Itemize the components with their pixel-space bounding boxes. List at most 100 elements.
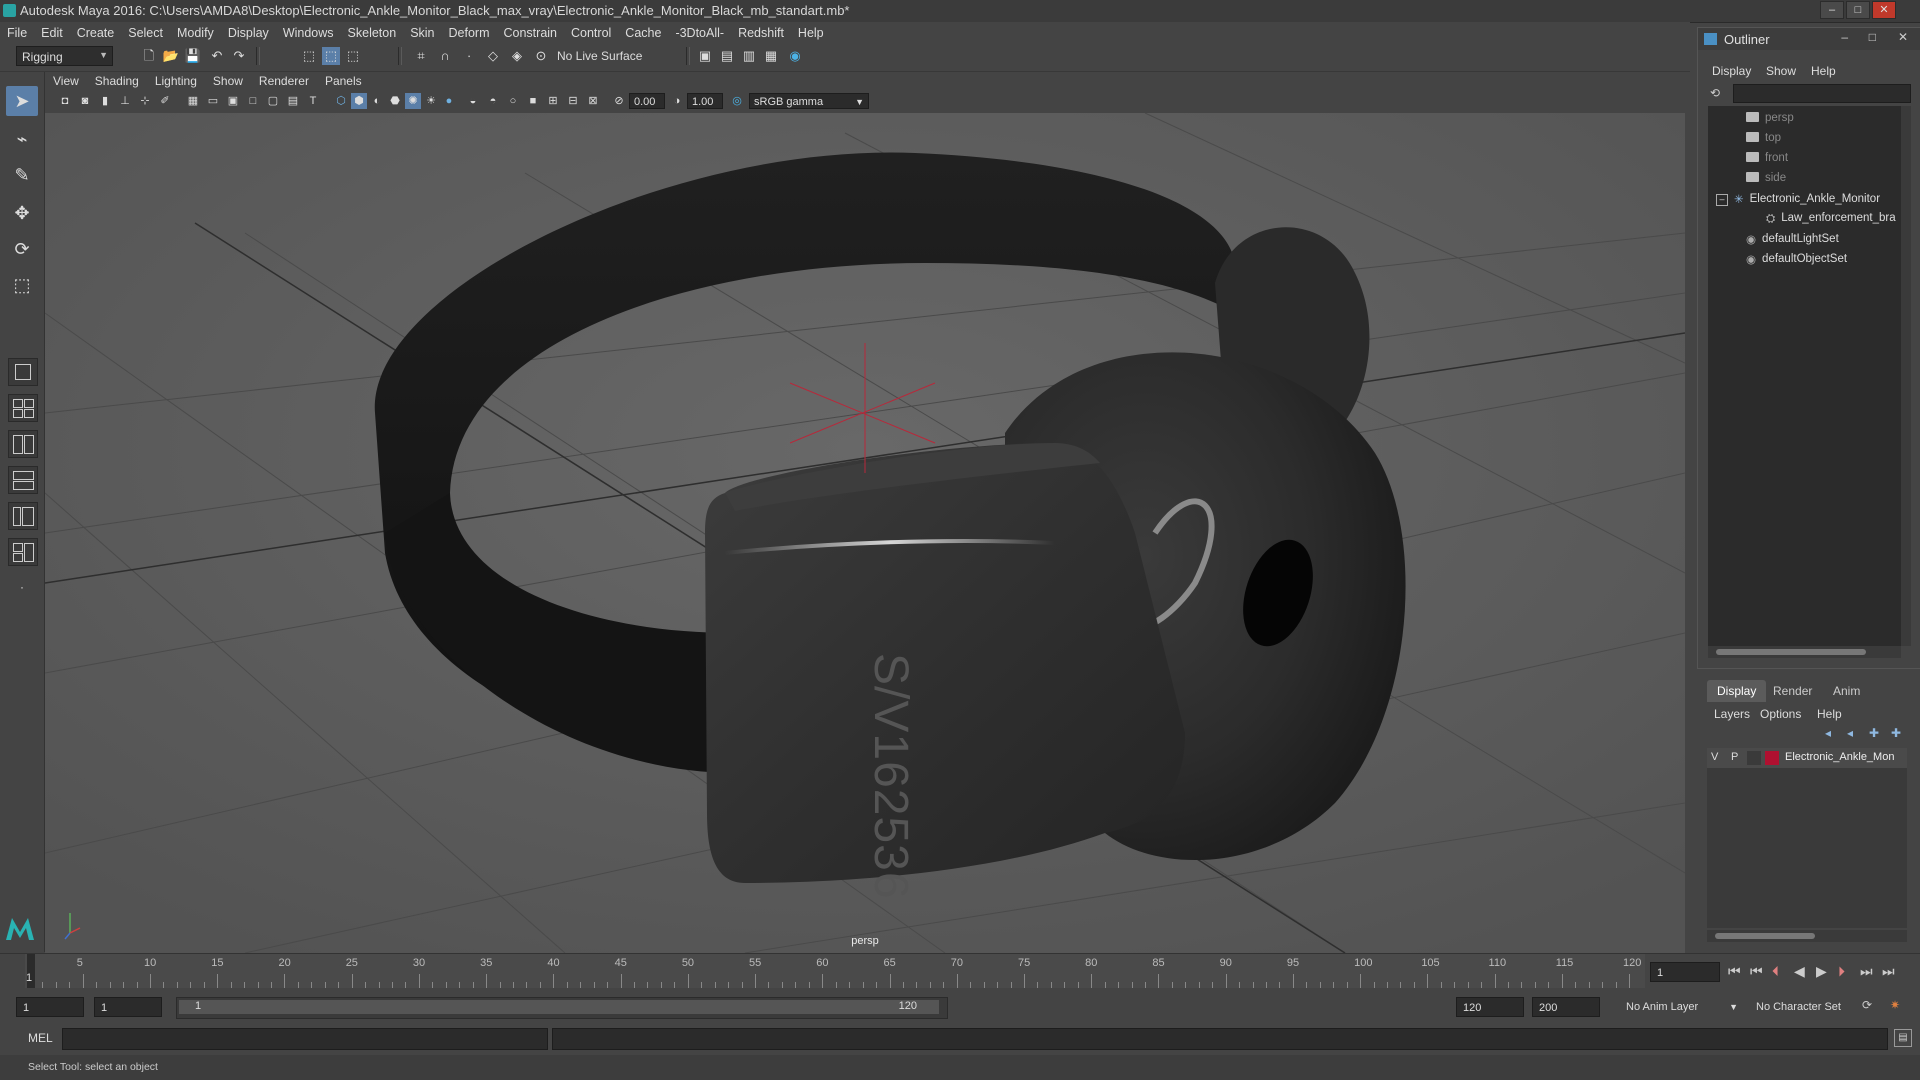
resolution-gate-icon[interactable]: ▣ — [225, 93, 241, 109]
two-d-pan-icon[interactable]: ⊹ — [137, 93, 153, 109]
rotate-tool-icon[interactable]: ⟳ — [6, 234, 38, 264]
panel-menu-view[interactable]: View — [45, 72, 87, 90]
anim-layer-dropdown[interactable]: No Anim Layer ▼ — [1620, 997, 1740, 1017]
default-material-icon[interactable]: ◐ — [369, 93, 385, 109]
more-layouts-icon[interactable]: · — [6, 572, 38, 602]
grease-pencil-icon[interactable]: ✐ — [157, 93, 173, 109]
camera-attributes-icon[interactable]: ◙ — [77, 93, 93, 109]
gamma-icon[interactable]: ◑ — [669, 93, 685, 109]
open-scene-icon[interactable]: 📂 — [162, 47, 180, 65]
image-plane-icon[interactable]: ⊥ — [117, 93, 133, 109]
xray-components-icon[interactable]: ⊠ — [585, 93, 601, 109]
tab-render[interactable]: Render — [1763, 680, 1822, 702]
snap-surface-icon[interactable]: ◈ — [508, 47, 526, 65]
two-pane-layout-icon[interactable] — [8, 430, 38, 458]
lasso-tool-icon[interactable]: ⌁ — [6, 124, 38, 154]
graph-layout-icon[interactable] — [8, 502, 38, 530]
layer-visibility-toggle[interactable]: V — [1711, 751, 1718, 763]
snap-point-icon[interactable]: ∙ — [460, 47, 478, 65]
move-layer-up-icon[interactable]: ◂ — [1825, 726, 1831, 740]
outliner-maximize-icon[interactable]: □ — [1869, 30, 1876, 44]
select-object-icon[interactable]: ⬚ — [322, 47, 340, 65]
make-live-icon[interactable]: ⊙ — [532, 47, 550, 65]
menu-skeleton[interactable]: Skeleton — [341, 22, 404, 40]
maximize-button[interactable]: □ — [1846, 1, 1870, 19]
layer-playback-toggle[interactable]: P — [1731, 751, 1738, 763]
current-time-indicator[interactable]: 1 — [26, 954, 35, 988]
outliner-layout-icon[interactable] — [8, 466, 38, 494]
time-slider-track[interactable]: 5 10 15 20 25 30 35 40 45 50 55 60 65 70 75 80 85 90 95 100… — [25, 954, 1645, 988]
range-slider[interactable]: 1 120 — [176, 997, 948, 1019]
outliner-item[interactable]: – ✳ Electronic_Ankle_Monitor — [1716, 192, 1880, 206]
new-scene-icon[interactable]: 🗋 — [140, 47, 158, 65]
snap-grid-icon[interactable]: ⌗ — [412, 47, 430, 65]
film-gate-icon[interactable]: ▭ — [205, 93, 221, 109]
depth-of-field-icon[interactable]: ○ — [505, 93, 521, 109]
step-forward-frame-icon[interactable]: ⏵ — [1838, 963, 1845, 980]
four-pane-layout-icon[interactable] — [8, 394, 38, 422]
layer-name[interactable]: Electronic_Ankle_Mon — [1785, 751, 1894, 763]
step-forward-key-icon[interactable]: ⏭ — [1860, 963, 1873, 980]
time-slider[interactable]: 5 10 15 20 25 30 35 40 45 50 55 60 65 70 75 80 85 90 95 100… — [0, 953, 1920, 988]
gate-mask-icon[interactable]: □ — [245, 93, 261, 109]
menu-deform[interactable]: Deform — [442, 22, 497, 40]
go-to-end-icon[interactable]: ⏭ — [1882, 963, 1895, 980]
snap-curve-icon[interactable]: ∩ — [436, 47, 454, 65]
ambient-occlusion-icon[interactable]: ● — [441, 93, 457, 109]
use-all-lights-icon[interactable]: ✺ — [405, 93, 421, 109]
snap-view-plane-icon[interactable]: ◇ — [484, 47, 502, 65]
xray-joints-icon[interactable]: ⊟ — [565, 93, 581, 109]
outliner-item[interactable]: ◉ defaultLightSet — [1746, 232, 1839, 246]
layer-horizontal-scrollbar[interactable] — [1707, 930, 1907, 942]
outliner-item[interactable]: ⛭ Law_enforcement_bra — [1766, 212, 1896, 225]
motion-blur-icon[interactable]: ◒ — [465, 93, 481, 109]
panel-menu-shading[interactable]: Shading — [87, 72, 147, 90]
exposure-field[interactable]: 0.00 — [629, 93, 665, 109]
play-backwards-icon[interactable]: ◀ — [1794, 963, 1805, 980]
hypershade-layout-icon[interactable] — [8, 538, 38, 566]
anti-aliasing-icon[interactable]: ◓ — [485, 93, 501, 109]
outliner-close-icon[interactable]: ✕ — [1898, 30, 1908, 44]
menu-cache[interactable]: Cache — [618, 22, 668, 40]
auto-key-icon[interactable]: ⟳ — [1862, 998, 1872, 1012]
exposure-icon[interactable]: ⊘ — [611, 93, 627, 109]
character-set-dropdown[interactable]: No Character Set — [1750, 997, 1860, 1017]
isolate-select-icon[interactable]: ■ — [525, 93, 541, 109]
move-tool-icon[interactable]: ✥ — [6, 198, 38, 228]
redo-icon[interactable]: ↷ — [230, 47, 248, 65]
menu-redshift[interactable]: Redshift — [731, 22, 791, 40]
render-frame-icon[interactable]: ▤ — [718, 47, 736, 65]
wireframe-icon[interactable]: ⬡ — [333, 93, 349, 109]
options-menu[interactable]: Options — [1760, 707, 1801, 721]
filter-icon[interactable]: ⟲ — [1710, 86, 1720, 100]
perspective-viewport[interactable]: S/V162536 persp — [45, 113, 1685, 953]
safe-title-icon[interactable]: T — [305, 93, 321, 109]
menu-3dtoall[interactable]: -3DtoAll- — [668, 22, 731, 40]
outliner-minimize-icon[interactable]: – — [1841, 30, 1848, 44]
help-menu[interactable]: Help — [1817, 707, 1842, 721]
outliner-item[interactable]: ◉ defaultObjectSet — [1746, 252, 1847, 266]
menu-modify[interactable]: Modify — [170, 22, 221, 40]
safe-action-icon[interactable]: ▤ — [285, 93, 301, 109]
command-input[interactable] — [62, 1028, 548, 1050]
menu-control[interactable]: Control — [564, 22, 618, 40]
move-layer-down-icon[interactable]: ◂ — [1847, 726, 1853, 740]
textured-icon[interactable]: ⬣ — [387, 93, 403, 109]
playback-end-field[interactable]: 120 — [1456, 997, 1524, 1017]
animation-preferences-icon[interactable]: ✷ — [1890, 998, 1900, 1012]
new-layer-selected-icon[interactable]: ✚ — [1891, 726, 1901, 740]
command-language-label[interactable]: MEL — [28, 1031, 53, 1045]
menu-skin[interactable]: Skin — [403, 22, 441, 40]
menu-display[interactable]: Display — [221, 22, 276, 40]
scale-tool-icon[interactable]: ⬚ — [6, 270, 38, 300]
paint-select-tool-icon[interactable]: ✎ — [6, 160, 38, 190]
layer-row[interactable]: V P Electronic_Ankle_Mon — [1707, 748, 1907, 768]
tab-display[interactable]: Display — [1707, 680, 1767, 702]
outliner-horizontal-scrollbar[interactable] — [1708, 646, 1901, 658]
render-settings-icon[interactable]: ▦ — [762, 47, 780, 65]
outliner-search-input[interactable] — [1733, 84, 1911, 103]
minimize-button[interactable]: – — [1820, 1, 1844, 19]
layer-color-swatch[interactable] — [1765, 751, 1779, 765]
outliner-item[interactable]: persp — [1746, 112, 1794, 124]
shadows-icon[interactable]: ☀ — [423, 93, 439, 109]
